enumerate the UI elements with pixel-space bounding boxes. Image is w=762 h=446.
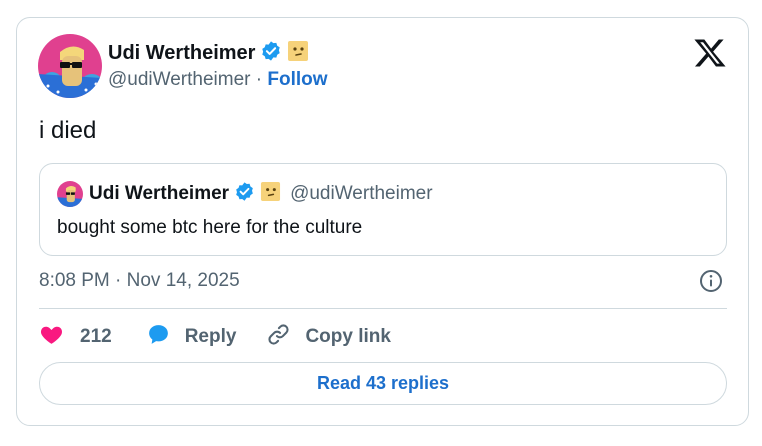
copy-link-label: Copy link: [305, 326, 391, 347]
x-logo-icon[interactable]: [693, 36, 727, 70]
divider: [39, 308, 727, 309]
author-avatar[interactable]: [38, 34, 102, 98]
like-button[interactable]: 212: [39, 322, 112, 352]
heart-icon: [39, 322, 64, 352]
face-emoji-icon: [260, 181, 281, 207]
face-emoji-icon: [287, 40, 309, 67]
quoted-author-handle: @udiWertheimer: [290, 183, 433, 204]
quoted-author-line: Udi Wertheimer @udiWertheimer: [89, 181, 433, 207]
reply-label: Reply: [184, 326, 237, 347]
info-icon[interactable]: [699, 269, 723, 293]
reply-button[interactable]: Reply: [146, 322, 237, 352]
verified-badge-icon: [234, 181, 255, 207]
follow-button[interactable]: Follow: [267, 69, 327, 90]
quoted-tweet[interactable]: Udi Wertheimer @udiWertheimer bought som…: [39, 163, 727, 256]
embedded-tweet-card: Udi Wertheimer @udiWertheimer · Follow i: [16, 17, 749, 426]
author-name[interactable]: Udi Wertheimer: [108, 42, 255, 65]
speech-bubble-icon: [146, 322, 171, 352]
read-replies-label: Read 43 replies: [316, 373, 450, 393]
copy-link-button[interactable]: Copy link: [266, 322, 391, 352]
quoted-author-avatar: [57, 181, 83, 207]
action-bar: 212 Reply Copy link: [39, 323, 391, 351]
separator-dot: ·: [255, 69, 263, 90]
handle-line: @udiWertheimer · Follow: [108, 69, 328, 91]
quoted-tweet-text: bought some btc here for the culture: [57, 217, 363, 238]
author-handle[interactable]: @udiWertheimer: [108, 69, 250, 90]
tweet-timestamp[interactable]: 8:08 PM · Nov 14, 2025: [39, 270, 240, 292]
tweet-text: i died: [39, 117, 97, 144]
link-icon: [266, 322, 291, 352]
quoted-author-name: Udi Wertheimer: [89, 183, 230, 204]
read-replies-button[interactable]: Read 43 replies: [39, 362, 727, 405]
verified-badge-icon: [260, 40, 282, 67]
like-count: 212: [80, 326, 112, 347]
author-line: Udi Wertheimer: [108, 40, 309, 67]
